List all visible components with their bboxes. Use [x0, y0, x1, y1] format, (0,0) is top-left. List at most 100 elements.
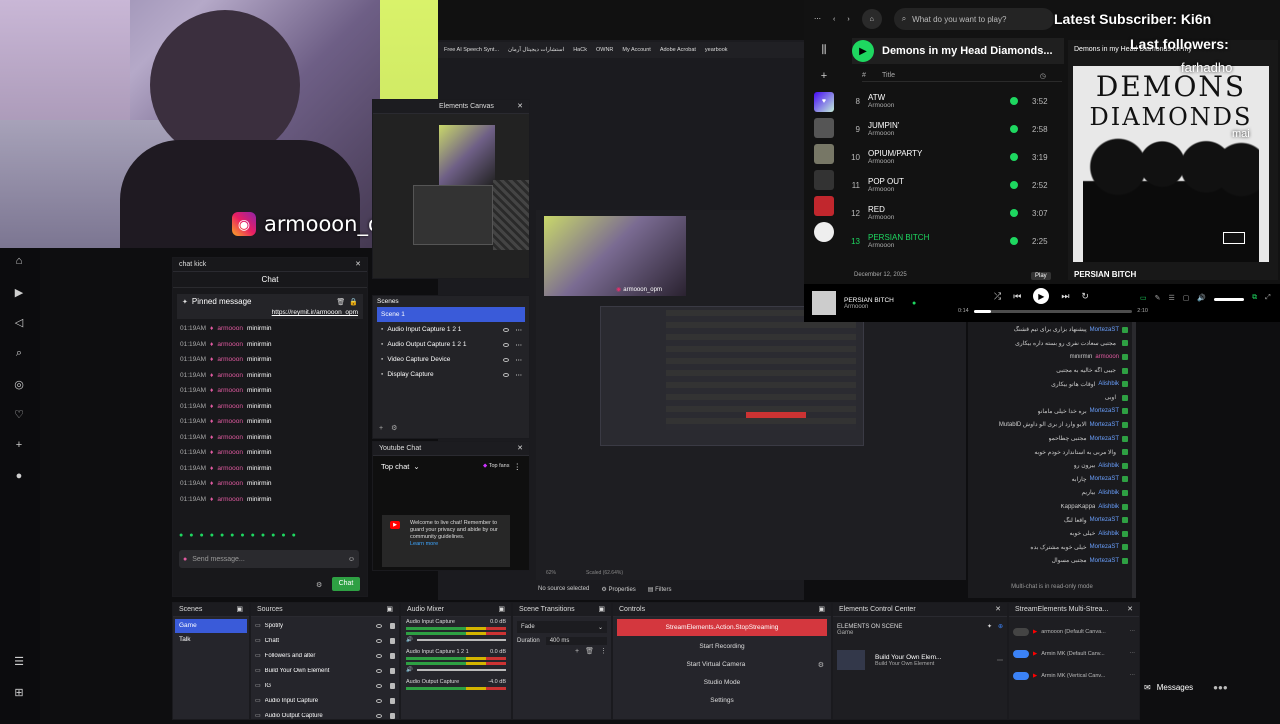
bookmark[interactable]: Free AI Speech Synt... — [444, 47, 499, 53]
now-playing-view-icon[interactable]: ▭ — [1140, 294, 1147, 302]
chat-username[interactable]: armooon — [217, 465, 243, 472]
stop-streaming-button[interactable]: StreamElements.Action.StopStreaming — [617, 619, 827, 636]
speaker-icon[interactable]: 🔊 — [406, 667, 413, 673]
next-icon[interactable]: ⏭ — [1061, 291, 1069, 302]
bookmark[interactable]: Adobe Acrobat — [660, 47, 696, 53]
saved-check-icon[interactable] — [1010, 181, 1018, 189]
more-icon[interactable]: ⋯ — [513, 326, 526, 334]
multichat-user[interactable]: MortezaST — [1090, 544, 1119, 550]
saved-check-icon[interactable] — [1010, 97, 1018, 105]
liked-songs-tile[interactable]: ♥ — [814, 92, 834, 112]
saved-check-icon[interactable] — [1010, 153, 1018, 161]
close-icon[interactable]: ✕ — [1127, 603, 1133, 616]
more-icon[interactable]: ⋯ — [1130, 673, 1136, 679]
multichat-user[interactable]: MortezaST — [1090, 476, 1119, 482]
lock-icon[interactable] — [390, 667, 395, 674]
playlist-tile[interactable] — [814, 118, 834, 138]
chat-username[interactable]: armooon — [217, 480, 243, 487]
transition-select[interactable]: Fade ⌄ — [517, 621, 607, 633]
playlist-tile[interactable] — [814, 222, 834, 242]
emote-icon[interactable]: ● — [271, 532, 275, 539]
element-item[interactable]: Build Your Own Elem... Build Your Own Ele… — [837, 650, 1003, 670]
multichat-user[interactable]: MortezaST — [1090, 558, 1119, 564]
undock-icon[interactable]: ▣ — [236, 603, 243, 616]
volume-icon[interactable]: 🔊 — [1197, 294, 1206, 302]
pinned-link[interactable]: https://reymit.ir/armooon_opm — [272, 309, 358, 316]
playlist-tile[interactable] — [814, 196, 834, 216]
bookmark[interactable]: استشارات دیجیتال آرمان — [508, 47, 564, 53]
fullscreen-icon[interactable]: ⤢ — [1265, 294, 1271, 302]
emote-icon[interactable]: ● — [261, 532, 265, 539]
menu-icon[interactable]: ☰ — [9, 651, 29, 671]
more-icon[interactable]: ⋯ — [1130, 651, 1136, 657]
multichat-user[interactable]: MortezaST — [1090, 422, 1119, 428]
top-fans-button[interactable]: ◆ Top fans — [483, 463, 509, 469]
toggle-switch[interactable] — [1013, 672, 1029, 680]
chat-username[interactable]: armooon — [217, 325, 243, 332]
scene-item[interactable]: ▪ Audio Input Capture 1 2 1 ⋯ — [377, 322, 525, 337]
pinned-message[interactable]: ✦ Pinned message 🗑 🔒 https://reymit.ir/armo… — [177, 294, 363, 319]
kick-chat-input[interactable]: ● Send message... ☺ — [179, 550, 359, 568]
eye-icon[interactable] — [376, 713, 382, 718]
more-icon[interactable]: ⋮ — [514, 462, 522, 471]
scene-item[interactable]: Scene 1 — [377, 307, 525, 322]
more-icon[interactable]: ⋯ — [997, 657, 1003, 664]
messages-widget[interactable]: ✉ Messages ●●● — [1140, 678, 1280, 696]
magic-icon[interactable]: ✦ — [987, 623, 992, 630]
source-item[interactable]: ▭ Chatt — [255, 633, 395, 648]
avatar-icon[interactable]: ● — [9, 466, 29, 486]
video-icon[interactable]: ▶ — [9, 282, 29, 302]
gear-icon[interactable]: ⚙ — [815, 661, 827, 669]
emote-icon[interactable]: ● — [240, 532, 244, 539]
bookmark[interactable]: OWNR — [596, 47, 613, 53]
chat-username[interactable]: armooon — [217, 372, 243, 379]
search-icon[interactable]: ⌕ — [9, 343, 29, 363]
volume-fader[interactable] — [416, 669, 506, 671]
multichat-user[interactable]: Alishbik — [1098, 531, 1119, 537]
more-icon[interactable]: ⋯ — [513, 371, 526, 379]
multichat-user[interactable]: armooon — [1095, 354, 1119, 360]
lock-icon[interactable]: 🔒 — [349, 298, 358, 306]
emote-icon[interactable]: ● — [230, 532, 234, 539]
playlist-tile[interactable] — [814, 170, 834, 190]
studio-mode-button[interactable]: Studio Mode — [617, 674, 827, 691]
track-row[interactable]: 8 ATW Armooon 3:52 — [842, 87, 1072, 115]
more-icon[interactable]: ⋯ — [1130, 629, 1136, 635]
send-chat-button[interactable]: Chat — [332, 577, 360, 591]
playlist-tile[interactable] — [814, 144, 834, 164]
emote-icon[interactable]: ● — [199, 532, 203, 539]
track-artist[interactable]: Armooon — [868, 102, 1010, 109]
more-icon[interactable]: ⋮ — [600, 647, 607, 655]
more-icon[interactable]: ⋯ — [814, 15, 821, 23]
track-artist[interactable]: Armooon — [868, 214, 1010, 221]
track-row[interactable]: 10 OPIUM/PARTY Armooon 3:19 — [842, 143, 1072, 171]
track-artist[interactable]: Armooon — [868, 242, 1010, 249]
more-icon[interactable]: ⋯ — [513, 356, 526, 364]
saved-check-icon[interactable] — [1010, 125, 1018, 133]
multichat-user[interactable]: MortezaST — [1090, 327, 1119, 333]
multichat-user[interactable]: MortezaST — [1090, 436, 1119, 442]
eye-icon[interactable] — [376, 683, 382, 688]
chat-username[interactable]: armooon — [217, 449, 243, 456]
track-row[interactable]: 13 PERSIAN BITCH Armooon 2:25 — [842, 227, 1072, 255]
multichat-user[interactable]: Alishbik — [1098, 381, 1119, 387]
volume-fader[interactable] — [416, 639, 506, 641]
source-item[interactable]: ▭ Audio Input Capture — [255, 693, 395, 708]
emote-icon[interactable]: ● — [251, 532, 255, 539]
source-item[interactable]: ▭ Spotify — [255, 618, 395, 633]
undock-icon[interactable]: ▣ — [818, 603, 825, 616]
bookmark[interactable]: yearbook — [705, 47, 728, 53]
emote-icon[interactable]: ● — [292, 532, 296, 539]
saved-check-icon[interactable] — [1010, 237, 1018, 245]
progress-track[interactable] — [973, 309, 1133, 313]
scene-item[interactable]: ▪ Audio Output Capture 1 2 1 ⋯ — [377, 337, 525, 352]
play-button[interactable]: ▶ — [852, 40, 874, 62]
add-circle-icon[interactable]: ⊕ — [998, 623, 1003, 630]
scene-item[interactable]: ▪ Display Capture ⋯ — [377, 367, 525, 382]
start-recording-button[interactable]: Start Recording — [617, 638, 827, 655]
eye-icon[interactable] — [376, 623, 382, 628]
trash-icon[interactable]: 🗑 — [585, 647, 594, 655]
chat-username[interactable]: armooon — [217, 496, 243, 503]
multichat-user[interactable]: Alishbik — [1098, 490, 1119, 496]
multichat-scrollbar[interactable] — [1132, 322, 1136, 598]
